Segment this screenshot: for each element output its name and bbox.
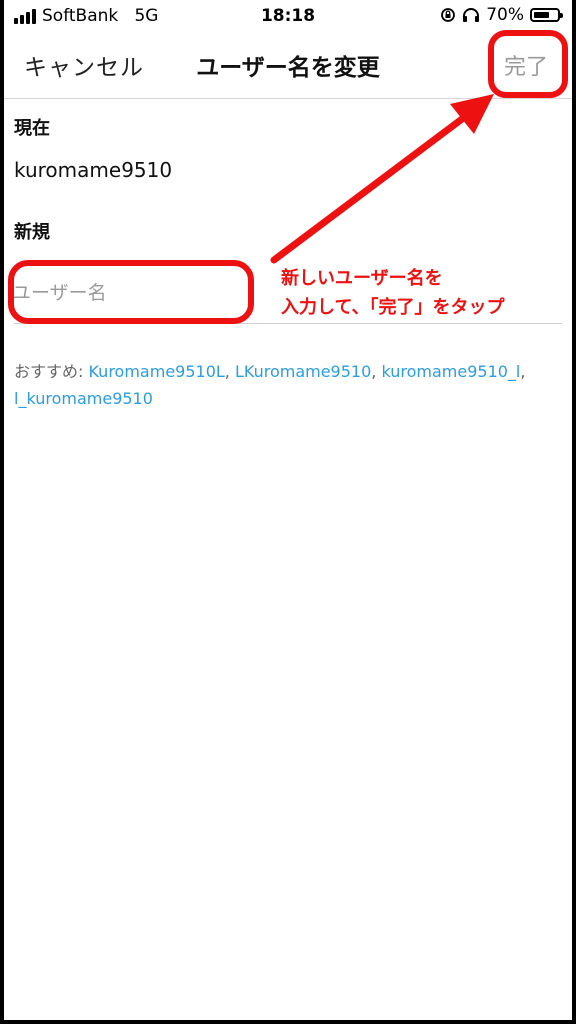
status-bar: SoftBank 5G 18:18 70% — [4, 0, 572, 32]
battery-icon — [530, 8, 563, 22]
suggestion-link[interactable]: Kuromame9510L — [88, 362, 224, 381]
suggestion-link[interactable]: l_kuromame9510 — [14, 389, 153, 408]
annotation-arrow — [270, 94, 494, 264]
headphones-icon — [463, 8, 480, 22]
current-username-label: 現在 — [14, 118, 50, 139]
rotation-lock-icon — [441, 8, 456, 22]
input-highlight-circle — [8, 260, 254, 324]
battery-fill — [534, 12, 549, 18]
new-username-label: 新規 — [14, 222, 50, 243]
page-title: ユーザー名を変更 — [196, 55, 380, 81]
annotation-text: 新しいユーザー名を 入力して、「完了」をタップ — [281, 268, 505, 318]
navigation-bar: キャンセル ユーザー名を変更 完了 — [4, 32, 572, 99]
done-highlight-circle — [488, 30, 568, 98]
screen: SoftBank 5G 18:18 70% キャンセル ユーザー名を変更 完了 — [4, 0, 572, 1020]
suggestion-link[interactable]: kuromame9510_l — [381, 362, 520, 381]
suggestions-prefix: おすすめ: — [14, 362, 89, 381]
suggestion-link[interactable]: LKuromame9510 — [235, 362, 371, 381]
battery-percentage: 70% — [486, 5, 524, 25]
suggestions: おすすめ: Kuromame9510L, LKuromame9510, kuro… — [14, 362, 526, 408]
current-username-value: kuromame9510 — [14, 158, 173, 182]
